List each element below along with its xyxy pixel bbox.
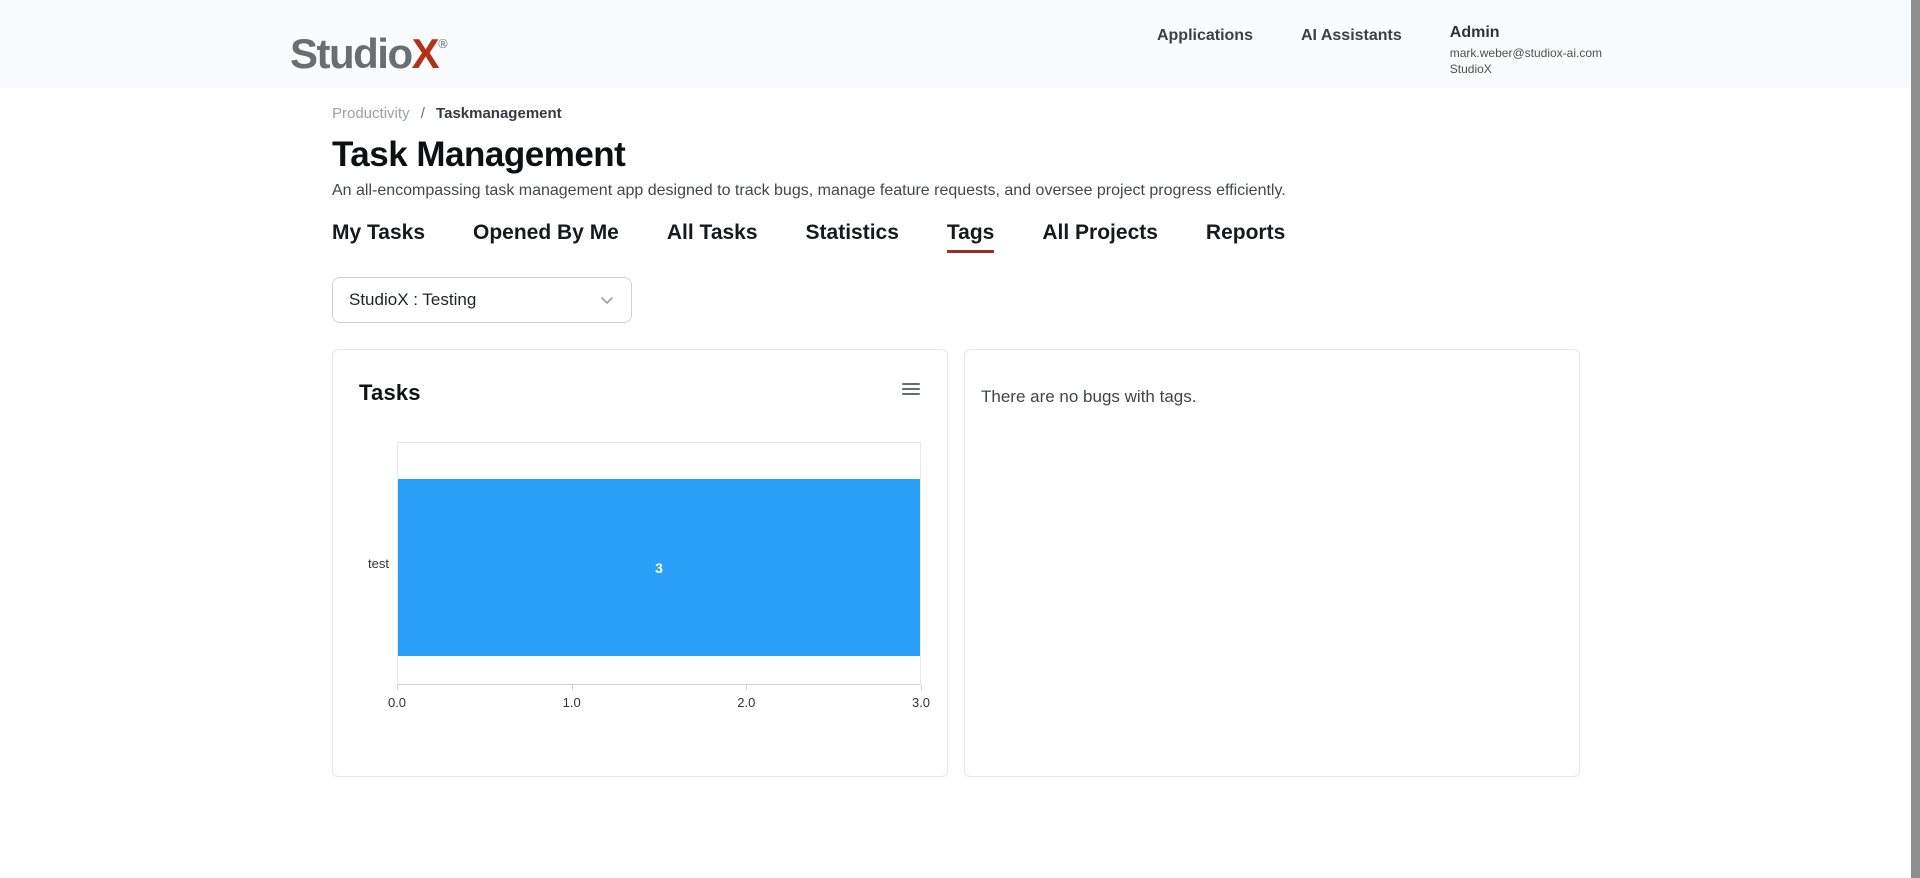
breadcrumb-current: Taskmanagement bbox=[436, 105, 562, 122]
tab-all-projects[interactable]: All Projects bbox=[1042, 221, 1158, 253]
nav-ai-assistants[interactable]: AI Assistants bbox=[1301, 0, 1402, 45]
x-tick-mark bbox=[397, 685, 398, 690]
main-content: Productivity / Taskmanagement Task Manag… bbox=[332, 105, 1580, 777]
project-select-value: StudioX : Testing bbox=[349, 290, 477, 309]
tab-tags[interactable]: Tags bbox=[946, 221, 995, 253]
x-tick-label: 0.0 bbox=[387, 695, 407, 710]
tab-reports[interactable]: Reports bbox=[1206, 221, 1285, 253]
chart-plot-wrap: 3 0.0 1.0 2.0 3.0 bbox=[388, 442, 930, 719]
empty-state-message: There are no bugs with tags. bbox=[981, 387, 1197, 406]
x-tick-label: 3.0 bbox=[911, 695, 931, 710]
bar-value-label: 3 bbox=[655, 559, 663, 576]
nav-applications[interactable]: Applications bbox=[1157, 0, 1253, 45]
cards-row: Tasks test 3 0.0 1.0 2.0 3.0 There are n… bbox=[332, 349, 1580, 777]
studiox-logo[interactable]: StudioX® bbox=[290, 0, 448, 98]
user-org: StudioX bbox=[1449, 62, 1492, 76]
x-tick-mark bbox=[921, 685, 922, 690]
breadcrumb-separator: / bbox=[420, 105, 425, 122]
scrollbar[interactable] bbox=[1911, 0, 1920, 878]
user-menu[interactable]: Admin mark.weber@studiox-ai.com StudioX bbox=[1450, 0, 1602, 76]
logo-studio: Studio bbox=[290, 30, 413, 77]
x-tick-label: 1.0 bbox=[562, 695, 581, 710]
tasks-card-header: Tasks bbox=[359, 380, 921, 406]
x-tick-mark bbox=[746, 685, 748, 690]
hamburger-icon bbox=[902, 383, 920, 385]
page-subtitle: An all-encompassing task management app … bbox=[332, 182, 1286, 199]
tasks-card-title: Tasks bbox=[359, 380, 421, 405]
page-title: Task Management bbox=[332, 135, 626, 174]
header-nav: Applications AI Assistants Admin mark.we… bbox=[1157, 0, 1602, 76]
chart-menu-button[interactable] bbox=[901, 380, 921, 398]
chevron-down-icon bbox=[599, 292, 615, 308]
breadcrumb-link-productivity[interactable]: Productivity bbox=[332, 105, 410, 122]
tasks-bar-chart: test 3 0.0 1.0 2.0 3.0 bbox=[359, 442, 930, 719]
registered-trademark-icon: ® bbox=[438, 36, 448, 51]
user-email: mark.weber@studiox-ai.com bbox=[1449, 46, 1602, 60]
x-tick-mark bbox=[571, 685, 573, 690]
bar-test[interactable]: 3 bbox=[398, 479, 920, 656]
app-header: StudioX® Applications AI Assistants Admi… bbox=[0, 0, 1920, 88]
chart-plot-area: 3 bbox=[397, 442, 921, 685]
tab-bar: My Tasks Opened By Me All Tasks Statisti… bbox=[332, 221, 1580, 253]
logo-x: X bbox=[411, 30, 440, 77]
tags-empty-card: There are no bugs with tags. bbox=[964, 349, 1580, 777]
project-select[interactable]: StudioX : Testing bbox=[332, 277, 632, 323]
chart-category-label: test bbox=[368, 556, 389, 571]
tab-all-tasks[interactable]: All Tasks bbox=[667, 221, 758, 253]
user-name: Admin bbox=[1449, 24, 1500, 41]
tab-opened-by-me[interactable]: Opened By Me bbox=[473, 221, 619, 253]
chart-x-axis: 0.0 1.0 2.0 3.0 bbox=[388, 685, 930, 719]
breadcrumb: Productivity / Taskmanagement bbox=[332, 105, 1580, 122]
tab-my-tasks[interactable]: My Tasks bbox=[332, 221, 425, 253]
tasks-chart-card: Tasks test 3 0.0 1.0 2.0 3.0 bbox=[332, 349, 948, 777]
tab-statistics[interactable]: Statistics bbox=[806, 221, 899, 253]
x-tick-label: 2.0 bbox=[737, 695, 756, 710]
